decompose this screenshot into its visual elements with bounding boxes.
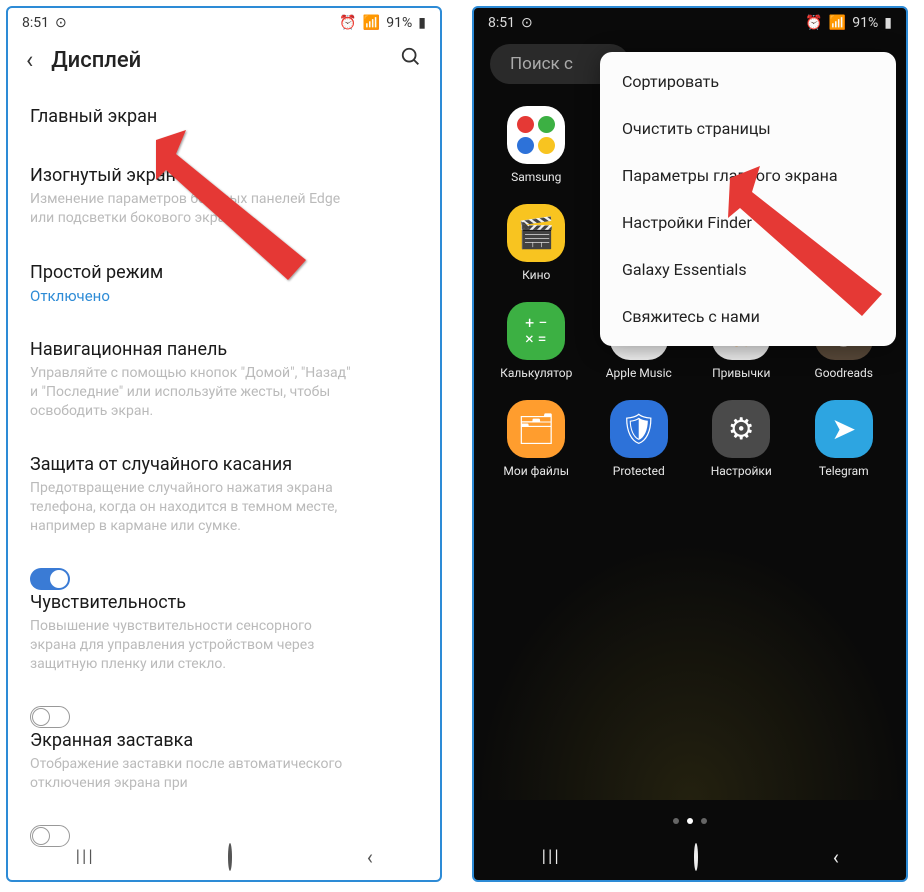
app-samsung-folder[interactable]: Samsung bbox=[488, 106, 585, 184]
page-indicator bbox=[474, 818, 906, 824]
shield-icon: 🛡 bbox=[610, 400, 668, 458]
setting-home-screen[interactable]: Главный экран bbox=[30, 88, 418, 147]
calculator-icon: + −× = bbox=[507, 302, 565, 360]
menu-home-settings[interactable]: Параметры главного экрана bbox=[600, 152, 896, 199]
status-indicator-icon: ⊙ bbox=[521, 15, 533, 31]
page-title: Дисплей bbox=[51, 48, 382, 73]
setting-screensaver[interactable]: Экранная заставка Отображение заставки п… bbox=[30, 712, 418, 831]
app-protected[interactable]: 🛡 Protected bbox=[591, 400, 688, 478]
app-calculator[interactable]: + −× = Калькулятор bbox=[488, 302, 585, 380]
nav-home-icon[interactable] bbox=[694, 845, 698, 869]
status-alarm-icon: ⊙ bbox=[55, 15, 67, 31]
wallpaper-pattern bbox=[474, 540, 906, 800]
battery-icon: ▮ bbox=[418, 15, 426, 31]
status-time: 8:51 bbox=[488, 15, 515, 31]
status-bar: 8:51 ⊙ ⏰ 📶 91% ▮ bbox=[8, 8, 440, 36]
setting-easy-mode[interactable]: Простой режим Отключено bbox=[30, 244, 418, 321]
phone-left-settings: 8:51 ⊙ ⏰ 📶 91% ▮ ‹ Дисплей Главный экран… bbox=[6, 6, 442, 882]
app-my-files[interactable]: 🗂 Мои файлы bbox=[488, 400, 585, 478]
status-wifi-icon: 📶 bbox=[363, 15, 380, 31]
setting-accidental-touch[interactable]: Защита от случайного касания Предотвраще… bbox=[30, 436, 418, 574]
nav-home-icon[interactable] bbox=[228, 845, 232, 869]
setting-sensitivity[interactable]: Чувствительность Повышение чувствительно… bbox=[30, 574, 418, 712]
search-placeholder: Поиск с bbox=[510, 54, 573, 74]
menu-contact-us[interactable]: Свяжитесь с нами bbox=[600, 293, 896, 340]
context-menu: Сортировать Очистить страницы Параметры … bbox=[600, 52, 896, 346]
status-time: 8:51 bbox=[22, 15, 49, 31]
nav-recent-icon[interactable]: III bbox=[541, 845, 560, 869]
search-icon[interactable] bbox=[400, 46, 422, 74]
battery-icon: ▮ bbox=[884, 15, 892, 31]
nav-recent-icon[interactable]: III bbox=[75, 845, 94, 869]
status-alarm-icon: ⏰ bbox=[805, 15, 822, 31]
status-wifi-icon: 📶 bbox=[829, 15, 846, 31]
nav-bar: III ‹ bbox=[8, 834, 440, 880]
gear-icon: ⚙ bbox=[712, 400, 770, 458]
nav-bar: III ‹ bbox=[474, 834, 906, 880]
menu-galaxy-essentials[interactable]: Galaxy Essentials bbox=[600, 246, 896, 293]
telegram-icon: ➤ bbox=[815, 400, 873, 458]
setting-edge-screen[interactable]: Изогнутый экран Изменение параметров бок… bbox=[30, 147, 418, 244]
app-kino[interactable]: 🎬 Кино bbox=[488, 204, 585, 282]
menu-sort[interactable]: Сортировать bbox=[600, 58, 896, 105]
status-battery: 91% bbox=[386, 15, 412, 31]
app-settings[interactable]: ⚙ Настройки bbox=[693, 400, 790, 478]
settings-list: Главный экран Изогнутый экран Изменение … bbox=[8, 88, 440, 831]
settings-header: ‹ Дисплей bbox=[8, 36, 440, 88]
folder-icon: 🗂 bbox=[507, 400, 565, 458]
phone-right-launcher: 8:51 ⊙ ⏰ 📶 91% ▮ Поиск с Samsung 🎬 Кино bbox=[472, 6, 908, 882]
status-battery: 91% bbox=[852, 15, 878, 31]
folder-icon bbox=[507, 106, 565, 164]
menu-finder-settings[interactable]: Настройки Finder bbox=[600, 199, 896, 246]
status-alarm-icon: ⏰ bbox=[339, 15, 356, 31]
nav-back-icon[interactable]: ‹ bbox=[833, 845, 839, 869]
nav-back-icon[interactable]: ‹ bbox=[367, 845, 373, 869]
setting-nav-bar[interactable]: Навигационная панель Управляйте с помощь… bbox=[30, 321, 418, 437]
movie-icon: 🎬 bbox=[507, 204, 565, 262]
status-bar: 8:51 ⊙ ⏰ 📶 91% ▮ bbox=[474, 8, 906, 36]
app-telegram[interactable]: ➤ Telegram bbox=[796, 400, 893, 478]
back-icon[interactable]: ‹ bbox=[26, 46, 33, 74]
menu-clean-pages[interactable]: Очистить страницы bbox=[600, 105, 896, 152]
